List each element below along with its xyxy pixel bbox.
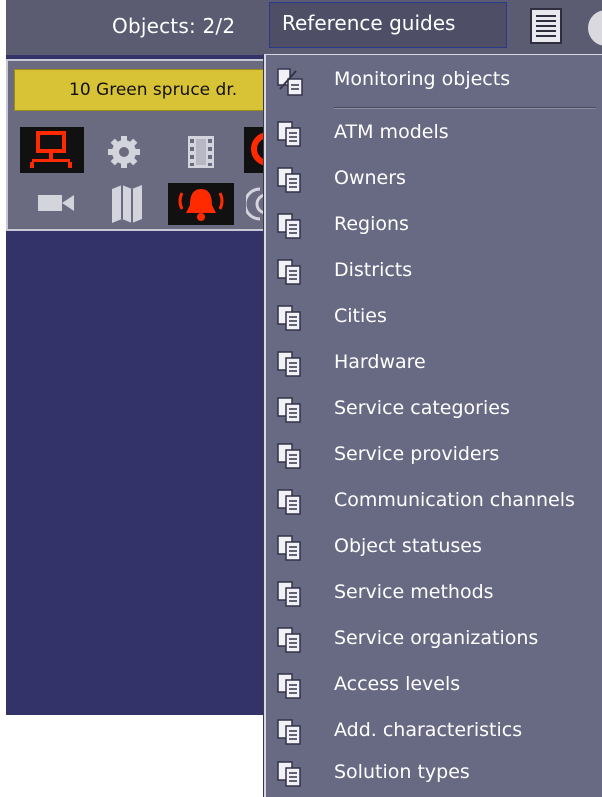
reference-guides-button[interactable]: Reference guides [269,2,507,48]
document-icon [276,488,304,518]
document-icon [276,258,304,288]
menu-item[interactable]: Hardware [266,346,602,386]
menu-item-label: ATM models [334,121,449,143]
menu-item[interactable]: Object statuses [266,530,602,570]
document-icon [276,350,304,380]
gear-icon[interactable] [104,135,144,169]
menu-item-label: Object statuses [334,535,482,557]
menu-item[interactable]: Service providers [266,438,602,478]
menu-item-label: Service providers [334,443,500,465]
menu-item-label: Communication channels [334,489,575,511]
menu-item[interactable]: Access levels [266,668,602,708]
objects-counter: Objects: 2/2 [112,14,236,38]
menu-separator [334,107,596,109]
document-icon [276,304,304,334]
reference-guides-menu: Monitoring objects ATM models Owners Region… [264,54,602,797]
object-card[interactable]: 10 Green spruce dr. [6,59,270,231]
document-icon [276,396,304,426]
menu-item-label: Add. characteristics [334,719,523,741]
menu-item[interactable]: Cities [266,300,602,340]
menu-item[interactable]: Regions [266,208,602,248]
menu-item[interactable]: Solution types [266,756,602,796]
menu-item[interactable]: Monitoring objects [266,63,602,103]
monitoring-objects-icon [276,67,304,97]
menu-item[interactable]: Service categories [266,392,602,432]
menu-item[interactable]: ATM models [266,116,602,156]
document-icon [276,580,304,610]
menu-item[interactable]: Owners [266,162,602,202]
film-icon[interactable] [182,133,220,171]
document-icon [276,672,304,702]
menu-item-label: Service categories [334,397,510,419]
object-address[interactable]: 10 Green spruce dr. [14,69,270,111]
menu-item-label: Access levels [334,673,461,695]
menu-item[interactable]: Service methods [266,576,602,616]
menu-item-label: Districts [334,259,413,281]
menu-item[interactable]: Add. characteristics [266,714,602,754]
menu-item[interactable]: Communication channels [266,484,602,524]
document-icon [276,718,304,748]
menu-item-label: Service methods [334,581,494,603]
menu-item-label: Cities [334,305,387,327]
menu-item-label: Monitoring objects [334,68,511,90]
top-toolbar: Objects: 2/2 Reference guides [6,0,602,55]
map-icon[interactable] [108,183,146,223]
menu-item-label: Owners [334,167,406,189]
document-icon [276,534,304,564]
document-icon [276,626,304,656]
menu-item-label: Hardware [334,351,426,373]
menu-item-label: Solution types [334,761,470,783]
menu-item[interactable]: Districts [266,254,602,294]
document-icon [276,212,304,242]
document-icon [276,760,304,790]
network-computer-icon[interactable] [20,127,84,173]
video-camera-icon[interactable] [34,185,78,221]
list-view-icon[interactable] [530,8,562,44]
document-icon [276,442,304,472]
menu-item[interactable]: Service organizations [266,622,602,662]
alarm-bell-icon[interactable] [168,183,234,225]
menu-item-label: Regions [334,213,409,235]
menu-item-label: Service organizations [334,627,539,649]
round-button[interactable] [588,10,602,46]
objects-panel: 10 Green spruce dr. [6,55,270,715]
document-icon [276,120,304,150]
document-icon [276,166,304,196]
